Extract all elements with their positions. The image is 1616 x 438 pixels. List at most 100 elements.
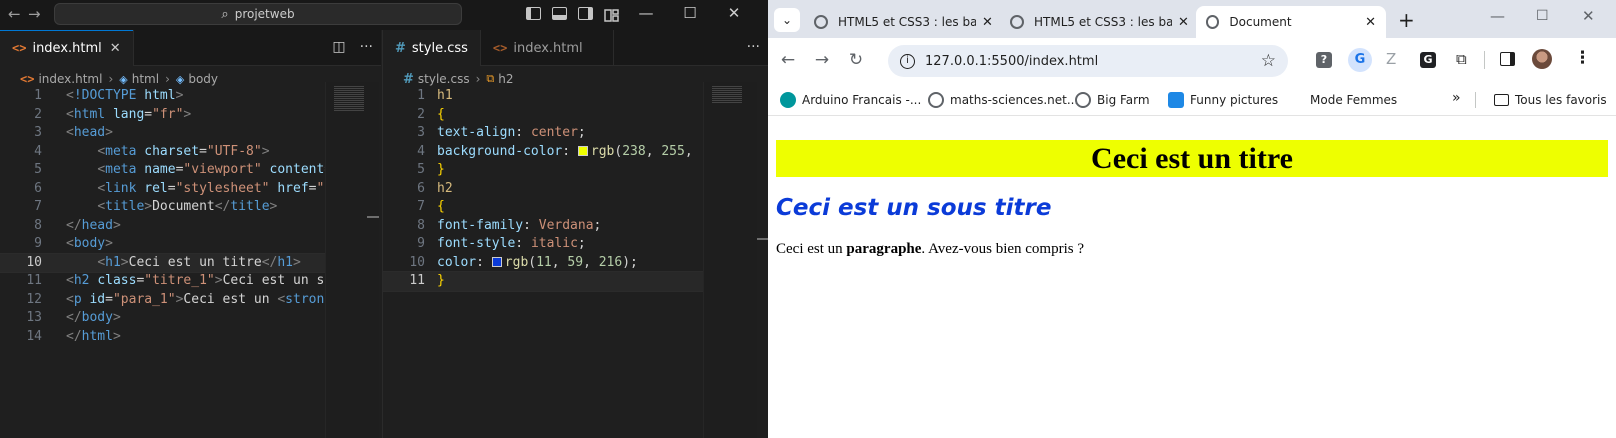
code-line[interactable]: 9 font-style: italic;: [383, 235, 703, 254]
bookmark-big-farm[interactable]: Big Farm: [1075, 90, 1150, 110]
code-text: <title>Document</title>: [66, 198, 277, 217]
code-editor-style-css[interactable]: 1 h1 2{3 text-align: center; 4 background-col…: [383, 87, 703, 347]
maximize-icon[interactable]: ☐: [670, 3, 710, 23]
code-line[interactable]: 1 h1: [383, 87, 703, 106]
code-line[interactable]: 11}: [383, 271, 703, 292]
back-arrow-icon[interactable]: ←: [8, 5, 21, 23]
forward-arrow-icon[interactable]: →: [28, 5, 41, 23]
color-swatch[interactable]: [577, 145, 588, 156]
code-line[interactable]: 5 <meta name="viewport" content=: [0, 161, 325, 180]
code-line[interactable]: 1 <!DOCTYPE html>: [0, 87, 325, 106]
extension-g-icon[interactable]: G: [1420, 52, 1436, 68]
code-line[interactable]: 5}: [383, 161, 703, 180]
close-tab-icon[interactable]: ✕: [110, 41, 121, 56]
breadcrumb-file[interactable]: index.html: [38, 72, 102, 86]
code-line[interactable]: 13 </body>: [0, 309, 325, 328]
code-text: <head>: [66, 124, 113, 143]
tab-search-chevron-icon[interactable]: ⌄: [774, 8, 800, 32]
code-token: head: [81, 217, 113, 233]
minimap[interactable]: [703, 82, 757, 438]
code-line[interactable]: 8 </head>: [0, 217, 325, 236]
code-token: >: [214, 273, 223, 288]
code-line[interactable]: 6 <link rel="stylesheet" href="s: [0, 180, 325, 199]
close-tab-icon[interactable]: ✕: [1365, 15, 1376, 30]
close-tab-icon[interactable]: ✕: [1178, 15, 1189, 30]
side-panel-icon[interactable]: [1500, 52, 1515, 66]
code-editor-index-html[interactable]: 1 <!DOCTYPE html> 2 <html lang="fr"> 3 <head>…: [0, 87, 325, 387]
code-line[interactable]: 4 <meta charset="UTF-8">: [0, 143, 325, 162]
bookmark-mode-femmes[interactable]: Mode Femmes: [1310, 90, 1397, 110]
bookmark-star-icon[interactable]: ☆: [1261, 51, 1276, 71]
new-tab-plus-icon[interactable]: +: [1398, 8, 1415, 32]
code-token: strong: [285, 291, 325, 307]
toggle-panel-icon[interactable]: [552, 7, 567, 20]
extension-help-icon[interactable]: ?: [1316, 52, 1332, 68]
code-line[interactable]: 9 <body>: [0, 235, 325, 254]
close-tab-icon[interactable]: ✕: [982, 15, 993, 30]
split-editor-icon[interactable]: ◫: [332, 39, 345, 55]
reload-icon[interactable]: ↻: [844, 50, 868, 70]
breadcrumb-html[interactable]: html: [132, 72, 159, 86]
code-line[interactable]: 11 <h2 class="titre_1">Ceci est un so: [0, 272, 325, 291]
code-line[interactable]: 4 background-color: rgb(238, 255,: [383, 143, 703, 162]
browser-tab-2[interactable]: HTML5 et CSS3 : les bas ✕: [1000, 6, 1199, 38]
forward-arrow-icon[interactable]: →: [810, 50, 834, 70]
minimize-icon[interactable]: —: [626, 3, 666, 23]
code-line[interactable]: 7{: [383, 198, 703, 217]
scrollbar-thumb[interactable]: [367, 216, 379, 218]
command-center-search[interactable]: ⌕ projetweb: [54, 3, 462, 25]
toggle-primary-sidebar-icon[interactable]: [526, 7, 541, 20]
color-swatch[interactable]: [491, 256, 502, 267]
tab-index-html[interactable]: <> index.html ✕: [0, 30, 134, 66]
code-token: Ceci est un so: [222, 273, 325, 288]
breadcrumb-h2[interactable]: h2: [498, 72, 513, 86]
code-line[interactable]: 8 font-family: Verdana;: [383, 217, 703, 236]
bookmark-funny-pictures[interactable]: Funny pictures: [1168, 90, 1278, 110]
extensions-puzzle-icon[interactable]: ⧉: [1456, 50, 1467, 68]
code-token: <: [66, 88, 74, 103]
code-line[interactable]: 7 <title>Document</title>: [0, 198, 325, 217]
extension-z-icon[interactable]: Z: [1386, 50, 1396, 68]
line-number: 1: [34, 88, 42, 103]
code-line[interactable]: 3 <head>: [0, 124, 325, 143]
back-arrow-icon[interactable]: ←: [776, 50, 800, 70]
more-actions-icon[interactable]: ···: [360, 39, 373, 55]
browser-tab-3-active[interactable]: Document ✕: [1196, 6, 1386, 38]
breadcrumb-body[interactable]: body: [188, 72, 218, 86]
code-text: {: [437, 198, 445, 217]
close-window-icon[interactable]: ✕: [1582, 7, 1595, 25]
code-token: font-family: [437, 217, 524, 233]
site-info-icon[interactable]: i: [900, 53, 915, 69]
code-line[interactable]: 10 color: rgb(11, 59, 216);: [383, 254, 703, 273]
bookmark-arduino[interactable]: Arduino Francais -...: [780, 90, 921, 110]
minimap[interactable]: [325, 82, 379, 438]
code-line[interactable]: 6 h2: [383, 180, 703, 199]
tab-index-html-inactive[interactable]: <> index.html: [481, 30, 614, 66]
toggle-secondary-sidebar-icon[interactable]: [578, 7, 593, 20]
minimize-icon[interactable]: —: [1490, 7, 1505, 25]
code-line[interactable]: 2 <html lang="fr">: [0, 106, 325, 125]
code-token: lang: [112, 106, 145, 122]
more-actions-icon[interactable]: ···: [747, 39, 760, 55]
translate-icon[interactable]: G: [1348, 48, 1372, 72]
code-token: charset: [144, 143, 200, 159]
line-number: 3: [417, 125, 425, 140]
customize-layout-icon[interactable]: [604, 7, 619, 22]
globe-icon: [1206, 15, 1220, 29]
maximize-icon[interactable]: ☐: [1536, 8, 1549, 24]
more-bookmarks-chevron-icon[interactable]: »: [1452, 90, 1461, 106]
code-line[interactable]: 12 <p id="para_1">Ceci est un <strong: [0, 291, 325, 310]
code-line[interactable]: 14 </html>: [0, 328, 325, 347]
tab-style-css[interactable]: # style.css: [383, 30, 481, 66]
code-line[interactable]: 10 <h1>Ceci est un titre</h1>: [0, 252, 325, 273]
close-window-icon[interactable]: ✕: [714, 3, 754, 23]
code-line[interactable]: 2{: [383, 106, 703, 125]
code-line[interactable]: 3 text-align: center;: [383, 124, 703, 143]
bookmark-maths-sciences[interactable]: maths-sciences.net...: [928, 90, 1078, 110]
profile-avatar[interactable]: [1532, 49, 1552, 69]
more-menu-icon[interactable]: ⋮: [1574, 48, 1591, 68]
browser-tab-1[interactable]: HTML5 et CSS3 : les bas ✕: [804, 6, 1003, 38]
all-bookmarks[interactable]: Tous les favoris: [1494, 90, 1607, 110]
address-bar[interactable]: i 127.0.0.1:5500/index.html ☆: [888, 45, 1288, 77]
breadcrumb-file[interactable]: style.css: [418, 72, 470, 86]
